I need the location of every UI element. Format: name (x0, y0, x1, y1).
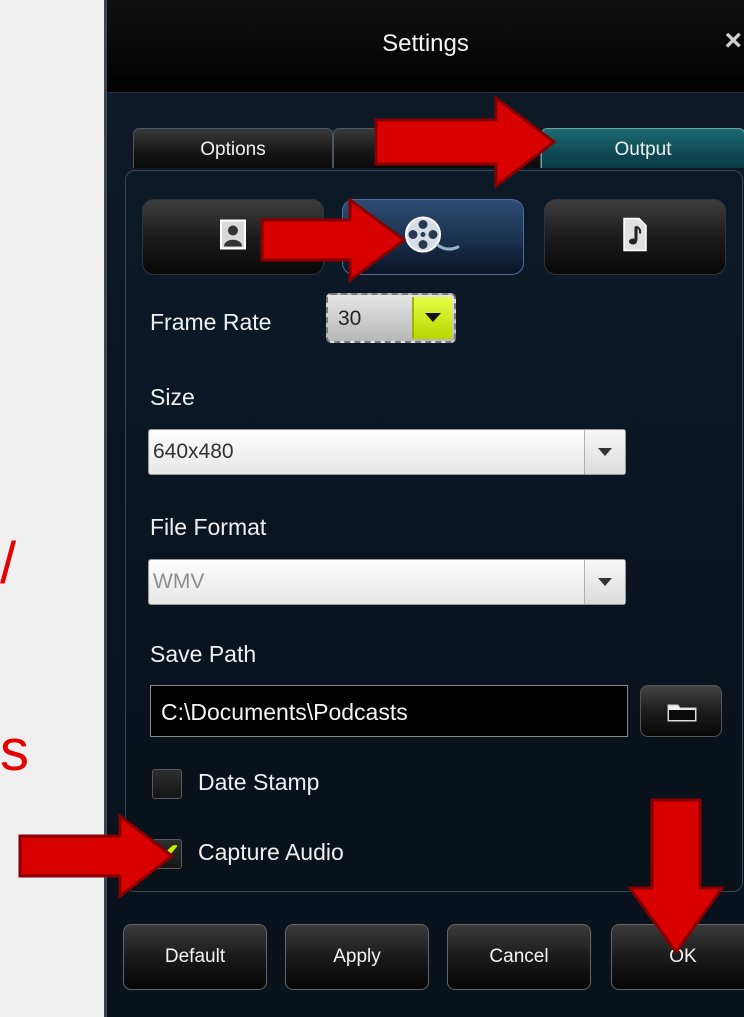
save-path-value: C:\Documents\Podcasts (161, 699, 408, 725)
browse-folder-button[interactable] (640, 685, 722, 737)
file-format-value: WMV (153, 570, 205, 593)
frame-rate-label: Frame Rate (150, 309, 272, 335)
size-label: Size (150, 384, 195, 410)
film-reel-icon (401, 213, 465, 262)
subtab-audio[interactable] (544, 199, 726, 275)
chevron-down-icon[interactable] (412, 297, 452, 339)
default-button[interactable]: Default (123, 924, 267, 990)
save-path-input[interactable]: C:\Documents\Podcasts (150, 685, 628, 737)
music-note-icon (622, 217, 648, 257)
annotation-arrow-capture-audio (18, 812, 175, 900)
output-panel: Frame Rate 30 Size 640x480 File Format W… (125, 170, 743, 892)
user-image-icon (220, 219, 246, 255)
date-stamp-label: Date Stamp (198, 769, 320, 795)
size-value: 640x480 (153, 440, 234, 463)
chevron-down-icon[interactable] (584, 560, 625, 604)
annotation-slash-text: / (0, 531, 17, 596)
dialog-title: Settings (382, 30, 469, 57)
cancel-button[interactable]: Cancel (447, 924, 591, 990)
frame-rate-select[interactable]: 30 (326, 293, 456, 343)
close-icon[interactable]: × (724, 24, 742, 58)
annotation-s-text: s (0, 718, 29, 783)
annotation-arrow-video-subtab (260, 197, 407, 283)
capture-audio-label: Capture Audio (198, 839, 344, 865)
apply-button[interactable]: Apply (285, 924, 429, 990)
date-stamp-checkbox[interactable] (152, 769, 182, 799)
size-dropdown[interactable]: 640x480 (148, 429, 626, 475)
frame-rate-value: 30 (338, 307, 362, 330)
file-format-dropdown[interactable]: WMV (148, 559, 626, 605)
annotation-arrow-ok-button (628, 798, 724, 955)
chevron-down-icon[interactable] (584, 430, 625, 474)
file-format-label: File Format (150, 514, 267, 540)
folder-icon (667, 702, 697, 727)
tab-options[interactable]: Options (133, 128, 333, 168)
save-path-label: Save Path (150, 641, 257, 667)
annotation-arrow-output-tab (374, 94, 557, 190)
title-bar[interactable]: Settings × (107, 0, 744, 93)
tab-output[interactable]: Output (541, 128, 744, 168)
